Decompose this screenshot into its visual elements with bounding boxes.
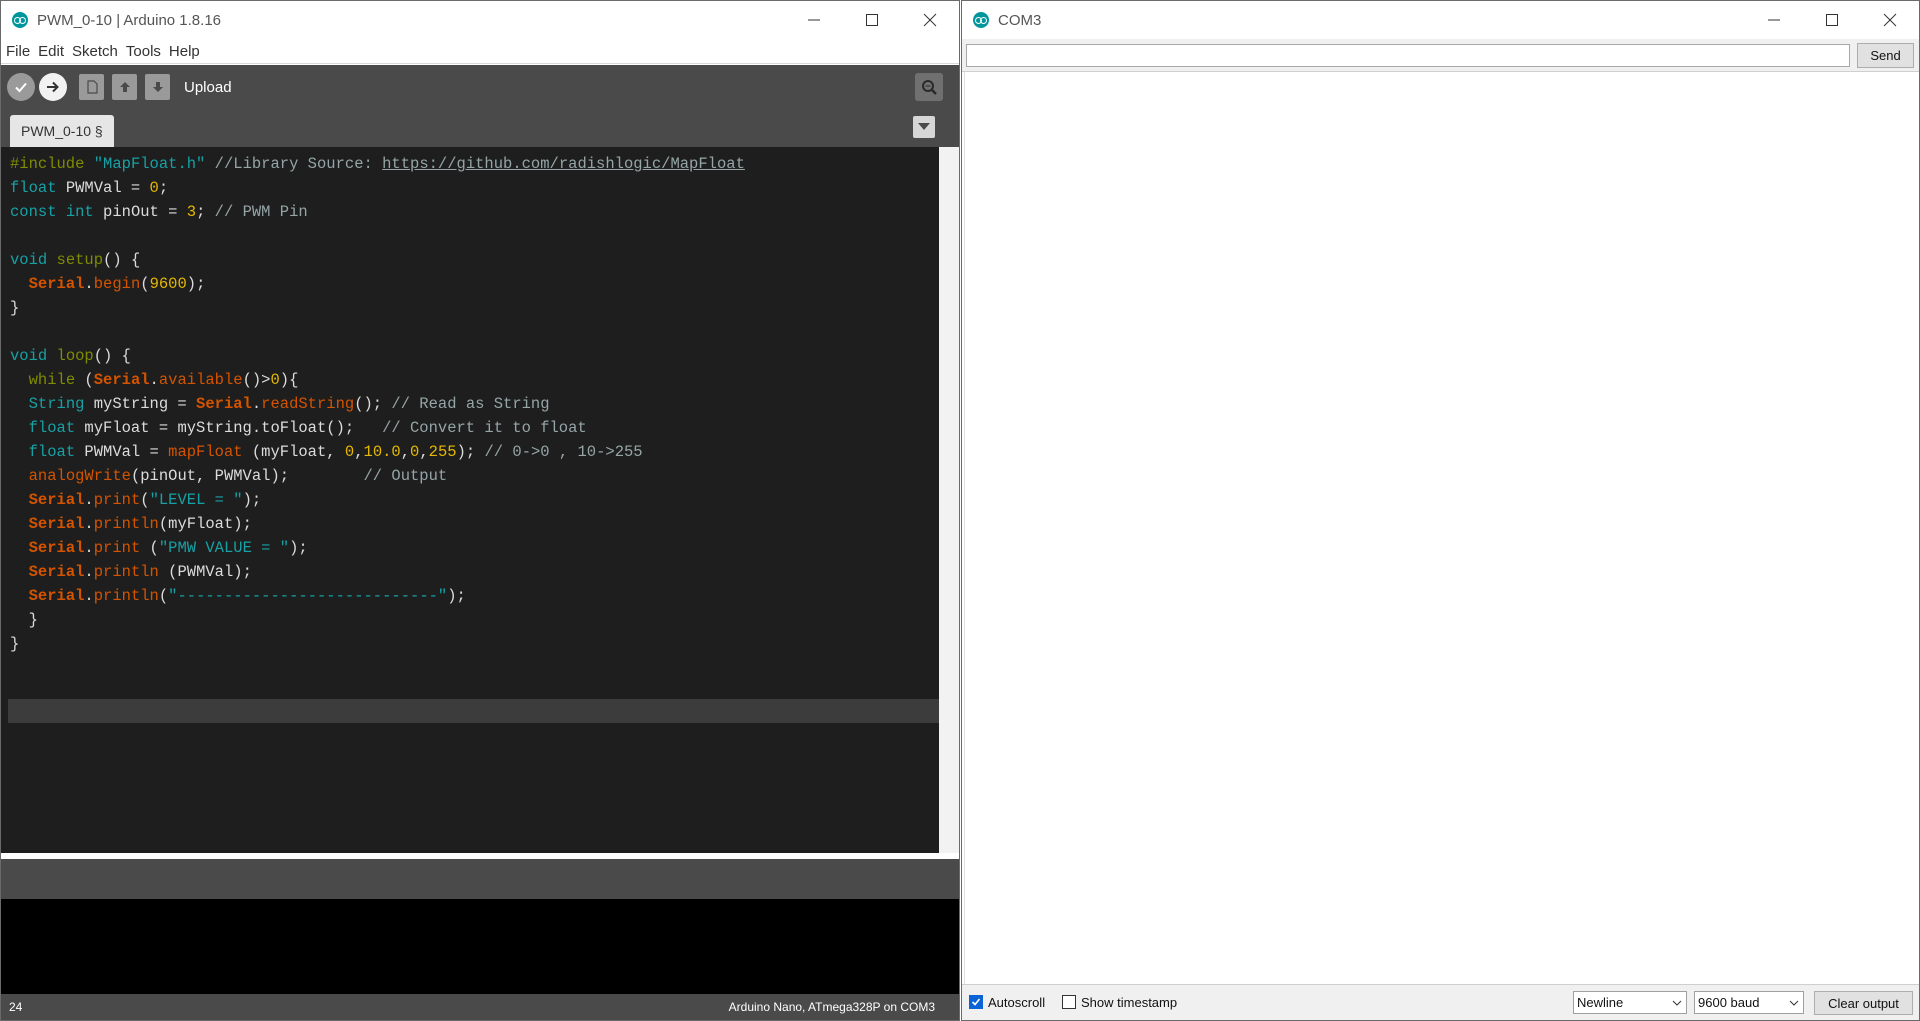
clear-output-button[interactable]: Clear output [1814, 991, 1913, 1015]
minimize-icon [808, 19, 820, 21]
output-console [1, 899, 959, 995]
code-line: } [10, 635, 20, 653]
checkmark-icon [971, 998, 981, 1006]
minimize-button[interactable] [1745, 1, 1803, 39]
toolbar-hover-label: Upload [184, 78, 232, 96]
menu-sketch[interactable]: Sketch [72, 43, 118, 60]
code-text: #include "MapFloat.h" //Library Source: … [10, 152, 745, 728]
current-line-number: 24 [9, 1000, 23, 1014]
menu-edit[interactable]: Edit [38, 43, 64, 60]
code-line: void loop() { [10, 347, 131, 365]
code-line: } [10, 611, 38, 629]
tab-menu-button[interactable] [913, 116, 935, 138]
arduino-logo-icon [12, 12, 28, 28]
minimize-icon [1768, 19, 1780, 21]
serial-bottom-bar: Autoscroll Show timestamp Newline 9600 b… [962, 984, 1919, 1020]
menu-help[interactable]: Help [169, 43, 200, 60]
autoscroll-checkbox[interactable] [969, 995, 983, 1009]
code-line: float PWMVal = 0; [10, 179, 169, 197]
close-icon [1883, 13, 1897, 27]
code-line: Serial.begin(9600); [28, 275, 206, 293]
chevron-down-icon [1789, 1000, 1799, 1006]
new-icon [86, 80, 98, 94]
ide-toolbar: Upload [1, 65, 959, 109]
line-ending-value: Newline [1577, 995, 1624, 1010]
arduino-logo-icon [973, 12, 989, 28]
serial-window-title: COM3 [998, 11, 1042, 29]
show-timestamp-checkbox[interactable] [1062, 995, 1076, 1009]
close-icon [923, 13, 937, 27]
bottom-status-bar: 24 Arduino Nano, ATmega328P on COM3 [1, 994, 959, 1020]
arduino-ide-window: PWM_0-10 | Arduino 1.8.16 File Edit Sket… [0, 0, 960, 1021]
baud-rate-value: 9600 baud [1698, 995, 1760, 1010]
upload-icon [47, 81, 59, 93]
new-sketch-button[interactable] [79, 74, 104, 100]
show-timestamp-label: Show timestamp [1081, 995, 1178, 1010]
menu-file[interactable]: File [6, 43, 30, 60]
serial-titlebar[interactable]: COM3 [962, 1, 1919, 39]
close-button[interactable] [901, 1, 959, 39]
baud-rate-select[interactable]: 9600 baud [1694, 991, 1804, 1014]
tab-pwm-0-10[interactable]: PWM_0-10 § [10, 115, 114, 147]
send-button[interactable]: Send [1857, 43, 1914, 68]
code-editor[interactable]: #include "MapFloat.h" //Library Source: … [1, 147, 939, 853]
code-line: float myFloat = myString.toFloat(); // C… [28, 419, 587, 437]
code-line: } [10, 299, 20, 317]
code-line: Serial.println("------------------------… [28, 587, 466, 605]
code-line: float PWMVal = mapFloat (myFloat, 0,10.0… [28, 443, 643, 461]
maximize-icon [1826, 14, 1838, 26]
menu-tools[interactable]: Tools [126, 43, 161, 60]
maximize-icon [866, 14, 878, 26]
code-line: Serial.print("LEVEL = "); [28, 491, 262, 509]
editor-scrollbar[interactable] [939, 147, 959, 853]
code-line: Serial.println (PWMVal); [28, 563, 252, 581]
maximize-button[interactable] [1803, 1, 1861, 39]
serial-monitor-window: COM3 Send Autoscroll Show timestamp Newl… [961, 0, 1920, 1021]
serial-monitor-button[interactable] [915, 73, 943, 101]
serial-input[interactable] [966, 44, 1850, 67]
chevron-down-icon [1672, 1000, 1682, 1006]
verify-icon [15, 82, 27, 93]
code-line: while (Serial.available()>0){ [28, 371, 299, 389]
code-line: String myString = Serial.readString(); /… [28, 395, 550, 413]
tab-row: PWM_0-10 § [1, 109, 959, 147]
board-info: Arduino Nano, ATmega328P on COM3 [728, 1000, 935, 1014]
minimize-button[interactable] [785, 1, 843, 39]
code-line: const int pinOut = 3; // PWM Pin [10, 203, 308, 221]
send-row: Send [962, 39, 1919, 72]
ide-window-title: PWM_0-10 | Arduino 1.8.16 [37, 11, 221, 29]
code-line: Serial.println(myFloat); [28, 515, 252, 533]
code-line: Serial.print ("PMW VALUE = "); [28, 539, 308, 557]
autoscroll-label: Autoscroll [988, 995, 1046, 1010]
upload-button[interactable] [39, 73, 67, 101]
menu-bar: File Edit Sketch Tools Help [1, 39, 959, 64]
save-icon [152, 82, 163, 92]
serial-monitor-icon [922, 80, 937, 95]
open-sketch-button[interactable] [112, 74, 137, 100]
save-sketch-button[interactable] [145, 74, 170, 100]
code-line: analogWrite(pinOut, PWMVal); // Output [28, 467, 448, 485]
serial-output[interactable] [964, 72, 1917, 984]
open-icon [119, 82, 130, 92]
close-button[interactable] [1861, 1, 1919, 39]
verify-button[interactable] [7, 73, 35, 101]
ide-titlebar[interactable]: PWM_0-10 | Arduino 1.8.16 [1, 1, 959, 39]
chevron-down-icon [918, 123, 930, 130]
status-bar [1, 859, 959, 899]
maximize-button[interactable] [843, 1, 901, 39]
line-ending-select[interactable]: Newline [1573, 991, 1687, 1014]
code-line: #include "MapFloat.h" //Library Source: … [10, 155, 745, 173]
code-line: void setup() { [10, 251, 141, 269]
